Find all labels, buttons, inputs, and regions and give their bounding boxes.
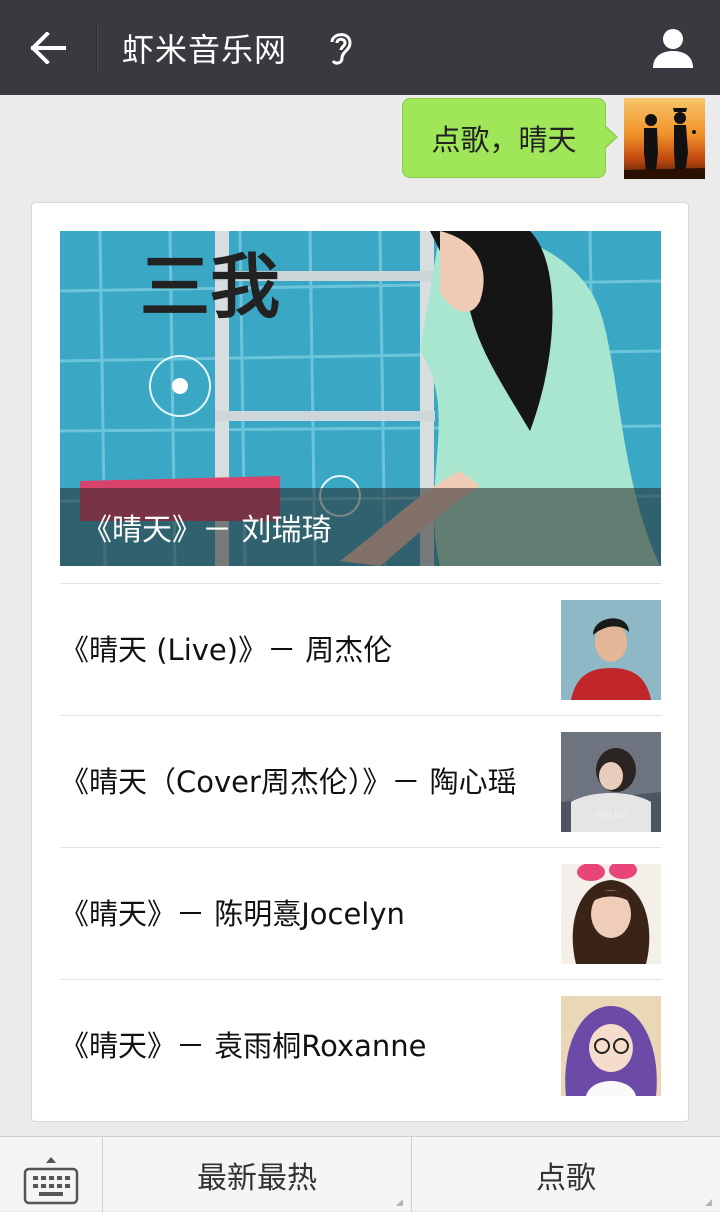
menu-request-song-label: 点歌 xyxy=(536,1160,596,1196)
song-thumbnail xyxy=(561,864,661,964)
bottom-menu-bar: 最新最热 点歌 xyxy=(0,1136,720,1212)
svg-text:三我: 三我 xyxy=(140,246,280,328)
album-cover-image: FOR JAY xyxy=(561,732,661,832)
menu-latest-hot-label: 最新最热 xyxy=(197,1160,317,1196)
top-bar: 虾米音乐网 xyxy=(0,0,720,95)
song-thumbnail xyxy=(561,996,661,1096)
submenu-indicator-icon xyxy=(705,1199,712,1206)
avatar[interactable] xyxy=(624,98,705,179)
thumb-text: FOR JAY xyxy=(596,811,627,820)
featured-song[interactable]: 三我 《晴天》－ 刘瑞琦 xyxy=(60,231,661,566)
person-icon xyxy=(653,29,693,68)
back-button[interactable] xyxy=(22,22,74,74)
user-profile-button[interactable] xyxy=(645,20,701,76)
header-divider xyxy=(96,24,97,70)
featured-song-caption: 《晴天》－ 刘瑞琦 xyxy=(60,488,661,566)
song-item[interactable]: 《晴天》－ 陈明憙Jocelyn xyxy=(60,847,661,979)
cartoon-avatar-image xyxy=(561,996,661,1096)
ear-icon[interactable] xyxy=(326,28,356,68)
message-bubble[interactable]: 点歌，晴天 xyxy=(402,98,618,178)
song-thumbnail: FOR JAY xyxy=(561,732,661,832)
song-item[interactable]: 《晴天（Cover周杰伦）》－ 陶心瑶 FOR JAY xyxy=(60,715,661,847)
song-title: 《晴天》－ 袁雨桐Roxanne xyxy=(60,1028,427,1063)
song-title: 《晴天（Cover周杰伦）》－ 陶心瑶 xyxy=(60,764,517,799)
song-results-card: 三我 《晴天》－ 刘瑞琦 《晴天 (Live)》－ 周杰伦 《晴天（Cover周… xyxy=(31,202,689,1122)
song-thumbnail xyxy=(561,600,661,700)
artist-photo-image xyxy=(561,600,661,700)
keyboard-icon xyxy=(23,1157,79,1205)
couple-silhouette-image xyxy=(624,108,705,179)
keyboard-toggle-button[interactable] xyxy=(0,1137,103,1212)
submenu-indicator-icon xyxy=(396,1199,403,1206)
arrow-left-icon xyxy=(30,32,66,64)
song-title: 《晴天》－ 陈明憙Jocelyn xyxy=(60,896,405,931)
artist-photo-image xyxy=(561,864,661,964)
page-title: 虾米音乐网 xyxy=(122,31,288,69)
song-title: 《晴天 (Live)》－ 周杰伦 xyxy=(60,632,393,667)
song-item[interactable]: 《晴天 (Live)》－ 周杰伦 xyxy=(60,583,661,715)
menu-request-song[interactable]: 点歌 xyxy=(412,1137,720,1212)
menu-latest-hot[interactable]: 最新最热 xyxy=(103,1137,412,1212)
song-item[interactable]: 《晴天》－ 袁雨桐Roxanne xyxy=(60,979,661,1111)
